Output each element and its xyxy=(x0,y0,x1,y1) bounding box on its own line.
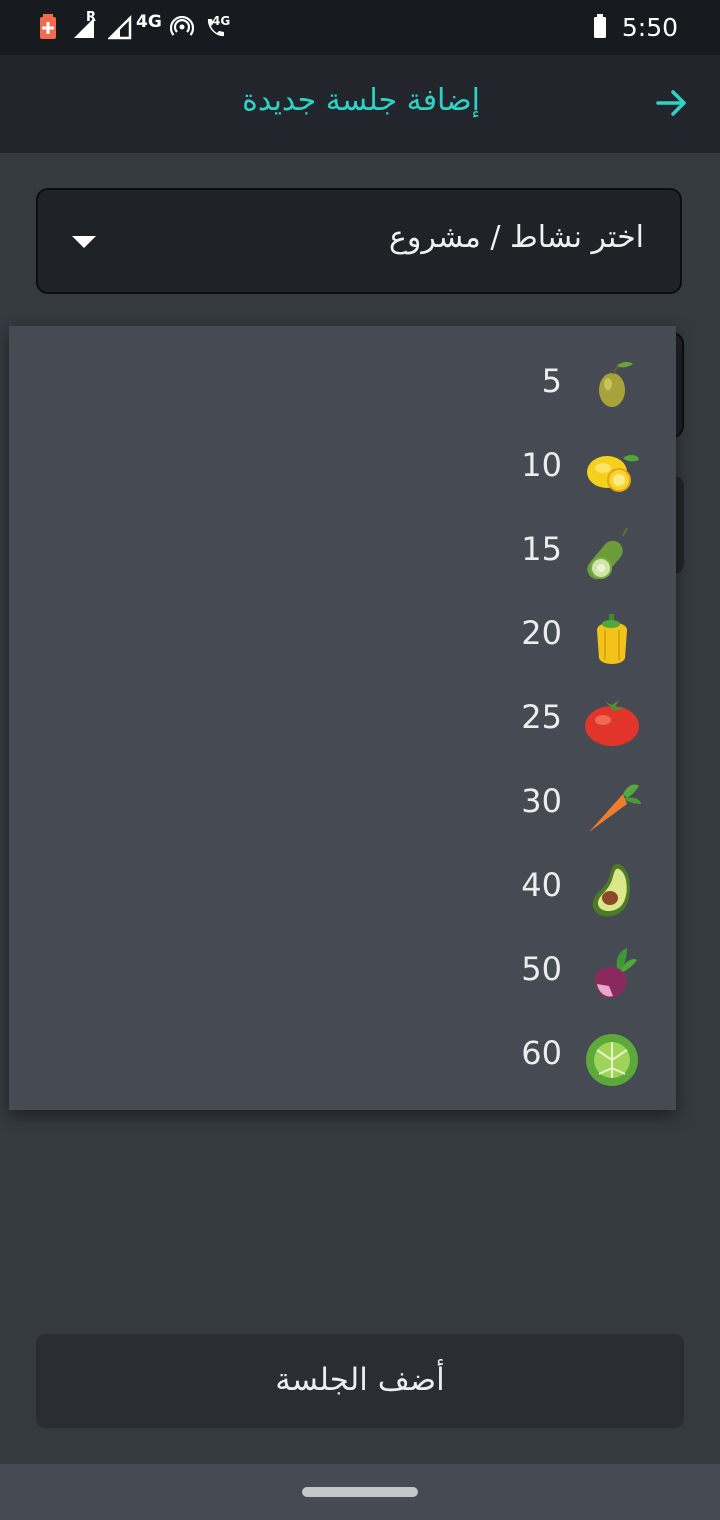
option-label: 20 xyxy=(521,614,562,652)
option-label: 5 xyxy=(541,362,562,400)
dropdown-option-40[interactable]: 40 xyxy=(9,846,676,930)
dropdown-option-15[interactable]: 15 xyxy=(9,510,676,594)
hotspot-icon xyxy=(170,16,194,36)
pepper-icon xyxy=(597,614,627,664)
arrow-right-icon[interactable] xyxy=(654,85,690,121)
dropdown-option-10[interactable]: 10 xyxy=(9,426,676,510)
olive-icon xyxy=(599,362,633,407)
activity-project-spinner[interactable]: اختر نشاط / مشروع xyxy=(36,188,682,294)
dropdown-option-25[interactable]: 25 xyxy=(9,678,676,762)
call-network-label: 4G xyxy=(212,14,231,28)
dropdown-option-5[interactable]: 5 xyxy=(9,342,676,426)
cucumber-icon xyxy=(587,527,628,580)
option-label: 25 xyxy=(521,698,562,736)
dropdown-option-50[interactable]: 50 xyxy=(9,930,676,1014)
status-time: 5:50 xyxy=(621,13,678,42)
network-type-label: 4G xyxy=(136,12,162,32)
dropdown-option-20[interactable]: 20 xyxy=(9,594,676,678)
battery-icon xyxy=(594,14,606,38)
roaming-label: R xyxy=(86,10,97,25)
status-bar: R 4G 4G 5:50 xyxy=(0,0,720,55)
carrot-icon xyxy=(589,784,641,832)
avocado-icon xyxy=(592,863,631,917)
add-session-label: أضف الجلسة xyxy=(275,1362,445,1398)
cabbage-icon xyxy=(586,1034,638,1086)
tomato-icon xyxy=(585,700,639,746)
battery-saver-icon xyxy=(40,14,56,39)
option-label: 15 xyxy=(521,530,562,568)
option-label: 60 xyxy=(521,1034,562,1072)
dropdown-option-30[interactable]: 30 xyxy=(9,762,676,846)
lemon-icon xyxy=(587,454,639,492)
beet-icon xyxy=(594,948,637,998)
duration-dropdown-menu: 5 10 15 20 25 30 40 50 60 xyxy=(9,326,676,1110)
signal-icon xyxy=(108,14,132,40)
navigation-bar xyxy=(0,1464,720,1520)
dropdown-arrow-icon xyxy=(72,236,96,248)
option-label: 10 xyxy=(521,446,562,484)
option-label: 30 xyxy=(521,782,562,820)
spinner-placeholder: اختر نشاط / مشروع xyxy=(389,220,644,255)
option-label: 50 xyxy=(521,950,562,988)
home-gesture-handle[interactable] xyxy=(302,1487,418,1497)
page-title: إضافة جلسة جديدة xyxy=(242,83,480,118)
option-label: 40 xyxy=(521,866,562,904)
app-bar: إضافة جلسة جديدة xyxy=(0,55,720,153)
add-session-button[interactable]: أضف الجلسة xyxy=(36,1334,684,1428)
dropdown-option-60[interactable]: 60 xyxy=(9,1014,676,1098)
